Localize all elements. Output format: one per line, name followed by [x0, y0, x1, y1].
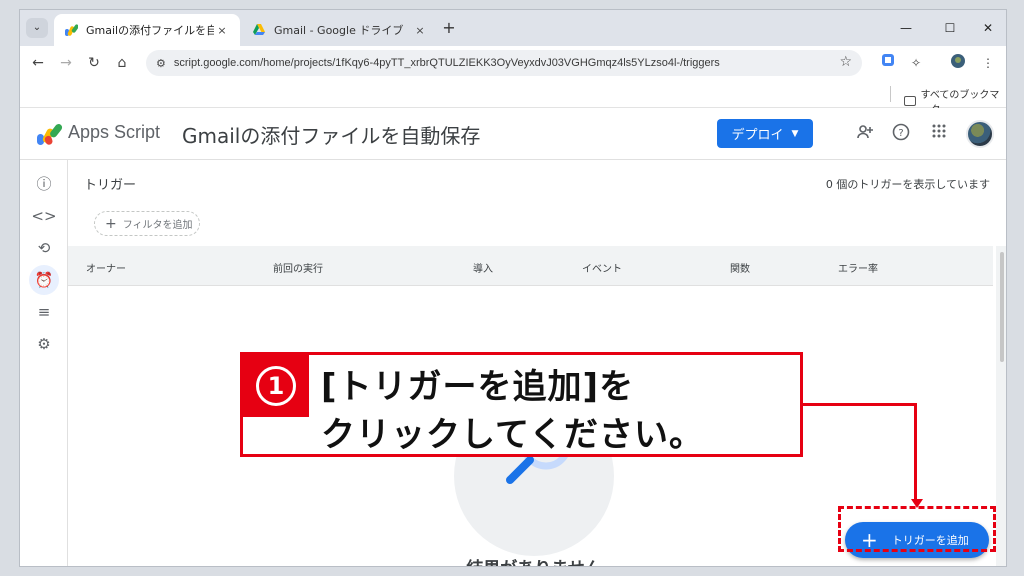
close-window-icon[interactable]: ✕: [966, 18, 1006, 38]
triggers-alarm-clock-icon[interactable]: ⏰: [29, 265, 59, 295]
empty-state-text: 結果がありません: [454, 554, 614, 566]
sidebar: ⓘ <> ⟲ ⏰ ≡ ⚙: [20, 160, 68, 566]
app-name[interactable]: Apps Script: [68, 122, 160, 143]
project-title[interactable]: Gmailの添付ファイルを自動保存: [182, 120, 480, 149]
tab-title: Gmailの添付ファイルを自動保存 -: [86, 24, 214, 37]
deploy-button[interactable]: デプロイ ▼: [717, 119, 813, 148]
forward-icon[interactable]: →: [54, 52, 78, 74]
callout-connector-vertical: [914, 403, 917, 500]
overview-info-icon[interactable]: ⓘ: [29, 169, 59, 199]
plus-icon: +: [105, 215, 117, 232]
extension-g-icon[interactable]: [878, 53, 898, 73]
folder-icon: [904, 96, 916, 106]
browser-menu-icon[interactable]: ⋮: [978, 53, 998, 73]
chevron-down-icon: ▼: [791, 128, 799, 139]
site-info-icon[interactable]: ⚙: [156, 57, 166, 70]
tab-strip: ⌄ Gmailの添付ファイルを自動保存 - × Gmail - Google ド…: [20, 10, 1006, 46]
step-number-badge: 1: [243, 355, 309, 417]
column-header-function[interactable]: 関数: [730, 260, 750, 275]
column-header-error-rate[interactable]: エラー率: [838, 260, 878, 275]
home-icon[interactable]: ⌂: [110, 52, 134, 74]
new-tab-button[interactable]: +: [438, 18, 460, 38]
tab-google-drive[interactable]: Gmail - Google ドライブ ×: [242, 14, 438, 46]
page-title: トリガー: [84, 178, 137, 193]
profile-icon[interactable]: [948, 53, 968, 73]
history-icon[interactable]: ⟲: [29, 233, 59, 263]
apps-script-favicon-icon: [65, 24, 78, 36]
tab-close-icon[interactable]: ×: [412, 24, 428, 37]
table-header: オーナー 前回の実行 導入 イベント 関数 エラー率: [68, 246, 993, 286]
settings-gear-icon[interactable]: ⚙: [29, 329, 59, 359]
tab-title: Gmail - Google ドライブ: [274, 24, 404, 37]
bookmarks-bar: すべてのブックマーク: [20, 80, 1006, 116]
instruction-callout: 1 [トリガーを追加]を クリックしてください。: [240, 352, 803, 457]
apps-grid-icon[interactable]: [928, 123, 950, 145]
callout-connector-horizontal: [803, 403, 917, 406]
browser-toolbar: ← → ↻ ⌂ ⚙ script.google.com/home/project…: [20, 46, 1006, 80]
filter-label: フィルタを追加: [122, 220, 193, 231]
app-header: Apps Script Gmailの添付ファイルを自動保存 デプロイ ▼ ?: [20, 108, 1006, 160]
column-header-last-run[interactable]: 前回の実行: [273, 260, 323, 275]
trigger-count-text: 0 個のトリガーを表示しています: [825, 178, 990, 191]
minimize-icon[interactable]: —: [884, 18, 928, 38]
google-drive-favicon-icon: [253, 24, 265, 35]
bookmarks-divider: [890, 86, 891, 102]
column-header-deployment[interactable]: 導入: [473, 260, 493, 275]
help-icon[interactable]: ?: [890, 123, 912, 145]
back-icon[interactable]: ←: [26, 52, 50, 74]
instruction-line-2: クリックしてください。: [321, 415, 704, 455]
share-add-person-icon[interactable]: [854, 123, 876, 145]
tab-apps-script[interactable]: Gmailの添付ファイルを自動保存 - ×: [54, 14, 240, 46]
reload-icon[interactable]: ↻: [82, 52, 106, 74]
tab-search-button[interactable]: ⌄: [26, 18, 48, 38]
column-header-owner[interactable]: オーナー: [86, 260, 126, 275]
url-text: script.google.com/home/projects/1fKqy6-4…: [173, 57, 720, 69]
add-filter-button[interactable]: + フィルタを追加: [94, 211, 200, 236]
step-number: 1: [256, 366, 296, 406]
bookmark-star-icon[interactable]: ☆: [839, 54, 852, 70]
tab-close-icon[interactable]: ×: [214, 24, 230, 37]
add-trigger-highlight-box: [838, 506, 996, 552]
deploy-label: デプロイ: [731, 128, 784, 143]
scrollbar-thumb[interactable]: [1000, 252, 1004, 362]
extensions-puzzle-icon[interactable]: ✧: [906, 53, 926, 73]
svg-text:?: ?: [898, 128, 903, 139]
column-header-event[interactable]: イベント: [582, 260, 622, 275]
instruction-line-1: [トリガーを追加]を: [321, 367, 635, 407]
avatar[interactable]: [966, 120, 994, 148]
executions-list-icon[interactable]: ≡: [29, 297, 59, 327]
browser-window: ⌄ Gmailの添付ファイルを自動保存 - × Gmail - Google ド…: [19, 9, 1007, 567]
apps-script-logo-icon: [37, 124, 63, 145]
editor-code-icon[interactable]: <>: [29, 201, 59, 231]
address-bar[interactable]: ⚙ script.google.com/home/projects/1fKqy6…: [146, 50, 862, 76]
